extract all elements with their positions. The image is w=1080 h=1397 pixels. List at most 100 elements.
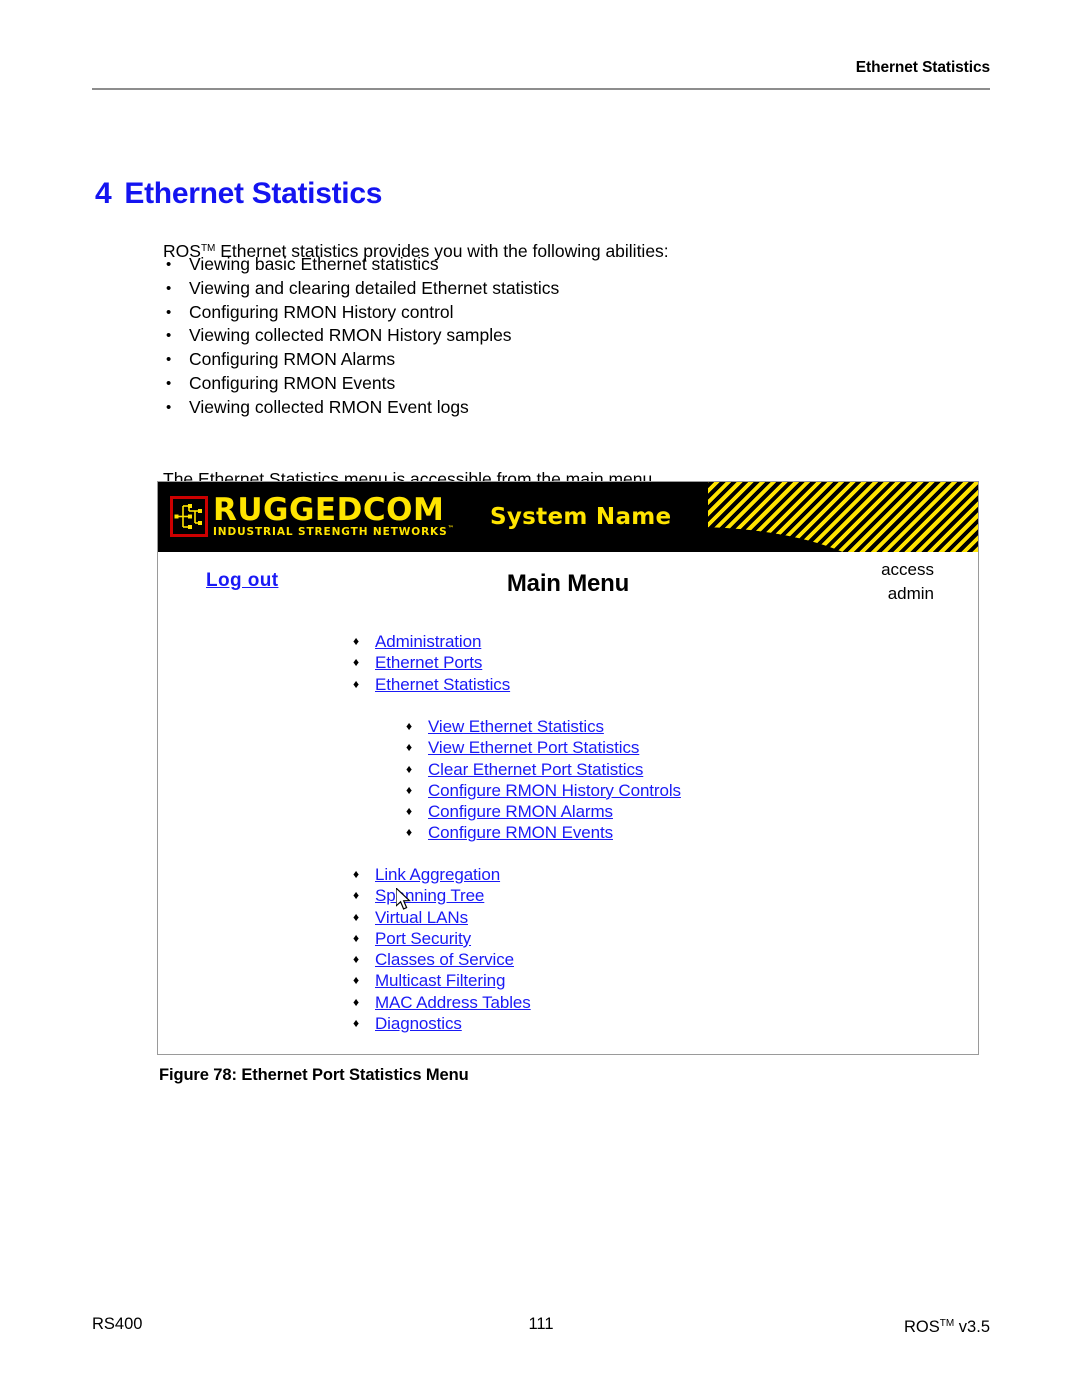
menu-item-ethernet-ports[interactable]: ♦ Ethernet Ports (353, 652, 510, 673)
logo-tagline-tm: ™ (447, 525, 455, 532)
menu-item-port-security[interactable]: ♦ Port Security (353, 928, 531, 949)
menu-link-label[interactable]: Configure RMON Events (428, 823, 613, 842)
main-menu-title: Main Menu (506, 570, 630, 597)
running-header-title: Ethernet Statistics (855, 59, 990, 76)
menu-item-configure-rmon-alarms[interactable]: ♦ Configure RMON Alarms (406, 801, 681, 822)
diamond-bullet-icon: ♦ (353, 676, 360, 691)
menu-link-label[interactable]: Diagnostics (375, 1014, 462, 1033)
list-item-label: Viewing collected RMON History samples (189, 325, 512, 346)
access-info: access admin (881, 558, 934, 606)
diamond-bullet-icon: ♦ (353, 994, 360, 1009)
diamond-bullet-icon: ♦ (353, 1016, 360, 1031)
diamond-bullet-icon: ♦ (353, 930, 360, 945)
app-banner: RUGGEDCOM INDUSTRIAL STRENGTH NETWORKS™ … (158, 482, 978, 552)
ruggedcom-network-tree-icon (170, 496, 208, 537)
menu-link-label[interactable]: MAC Address Tables (375, 993, 531, 1012)
page-footer: RS400 111 ROSTM v3.5 (92, 1313, 990, 1338)
menu-item-mac-address-tables[interactable]: ♦ MAC Address Tables (353, 992, 531, 1013)
menu-link-label[interactable]: Configure RMON Alarms (428, 802, 613, 821)
menu-link-label[interactable]: Ethernet Statistics (375, 675, 510, 694)
footer-version-ros: ROS (904, 1318, 940, 1336)
menu-item-configure-rmon-history-controls[interactable]: ♦ Configure RMON History Controls (406, 780, 681, 801)
menu-link-label[interactable]: View Ethernet Statistics (428, 717, 604, 736)
bullet-icon: • (166, 374, 172, 392)
diamond-bullet-icon: ♦ (406, 761, 413, 776)
ruggedcom-logo: RUGGEDCOM INDUSTRIAL STRENGTH NETWORKS™ (170, 492, 454, 538)
figure-caption: Figure 78: Ethernet Port Statistics Menu (159, 1066, 469, 1084)
menu-item-configure-rmon-events[interactable]: ♦ Configure RMON Events (406, 822, 681, 843)
footer-version: ROSTM v3.5 (904, 1313, 990, 1338)
list-item: • Configuring RMON History control (163, 301, 559, 325)
menu-group-top: ♦ Administration ♦ Ethernet Ports ♦ Etherne… (353, 631, 510, 695)
diamond-bullet-icon: ♦ (353, 973, 360, 988)
bullet-icon: • (166, 327, 172, 345)
bullet-icon: • (166, 351, 172, 369)
menu-item-administration[interactable]: ♦ Administration (353, 631, 510, 652)
diamond-bullet-icon: ♦ (406, 825, 413, 840)
header-divider (92, 88, 990, 90)
diamond-bullet-icon: ♦ (353, 867, 360, 881)
list-item: • Viewing and clearing detailed Ethernet … (163, 277, 559, 301)
access-username: admin (887, 584, 934, 603)
menu-item-virtual-lans[interactable]: ♦ Virtual LANs (353, 907, 531, 928)
bullet-icon: • (166, 279, 172, 297)
ruggedcom-wordmark: RUGGEDCOM INDUSTRIAL STRENGTH NETWORKS™ (213, 492, 454, 538)
menu-link-label[interactable]: Port Security (375, 929, 471, 948)
figure-screenshot: RUGGEDCOM INDUSTRIAL STRENGTH NETWORKS™ … (157, 481, 979, 1055)
list-item: • Configuring RMON Events (163, 372, 559, 396)
chapter-title-text: Ethernet Statistics (124, 177, 383, 211)
diamond-bullet-icon: ♦ (353, 888, 360, 903)
list-item-label: Viewing collected RMON Event logs (189, 396, 469, 417)
logo-tagline-text: INDUSTRIAL STRENGTH NETWORKS (213, 526, 448, 538)
menu-link-label[interactable]: Ethernet Ports (375, 653, 482, 672)
menu-item-spanning-tree[interactable]: ♦ Spanning Tree (353, 885, 531, 906)
menu-item-view-ethernet-port-statistics[interactable]: ♦ View Ethernet Port Statistics (406, 737, 681, 758)
list-item-label: Configuring RMON History control (189, 301, 454, 322)
system-name-label: System Name (490, 504, 672, 530)
bullet-icon: • (166, 303, 172, 321)
list-item-label: Viewing basic Ethernet statistics (189, 254, 439, 274)
menu-link-label[interactable]: View Ethernet Port Statistics (428, 738, 639, 757)
menu-item-clear-ethernet-port-statistics[interactable]: ♦ Clear Ethernet Port Statistics (406, 759, 681, 780)
list-item-label: Configuring RMON Alarms (189, 349, 396, 370)
menu-link-label[interactable]: Spanning Tree (375, 886, 484, 905)
yellow-black-hazard-stripes-icon (708, 482, 978, 552)
menu-link-label[interactable]: Virtual LANs (375, 908, 468, 927)
access-label: access (881, 560, 934, 579)
diamond-bullet-icon: ♦ (353, 952, 360, 967)
menu-link-label[interactable]: Configure RMON History Controls (428, 781, 681, 800)
menu-link-label[interactable]: Classes of Service (375, 950, 514, 969)
list-item: • Configuring RMON Alarms (163, 348, 559, 372)
list-item: • Viewing basic Ethernet statistics (163, 253, 559, 277)
menu-item-link-aggregation[interactable]: ♦ Link Aggregation (353, 864, 531, 885)
diamond-bullet-icon: ♦ (406, 782, 413, 797)
logo-word: RUGGEDCOM (213, 492, 445, 528)
trademark-symbol: TM (200, 242, 216, 254)
menu-link-label[interactable]: Administration (375, 632, 481, 651)
menu-link-label[interactable]: Link Aggregation (375, 865, 500, 884)
diamond-bullet-icon: ♦ (406, 719, 413, 733)
list-item: • Viewing collected RMON History samples (163, 324, 559, 348)
bullet-icon: • (166, 256, 172, 273)
diamond-bullet-icon: ♦ (406, 740, 413, 755)
footer-version-number: v3.5 (954, 1318, 990, 1336)
menu-item-view-ethernet-statistics[interactable]: ♦ View Ethernet Statistics (406, 716, 681, 737)
list-item: • Viewing collected RMON Event logs (163, 396, 559, 420)
menu-group-bottom: ♦ Link Aggregation ♦ Spanning Tree ♦ Virtua… (353, 864, 531, 1034)
menu-item-ethernet-statistics[interactable]: ♦ Ethernet Statistics (353, 674, 510, 695)
chapter-number: 4 (95, 177, 112, 211)
menu-link-label[interactable]: Clear Ethernet Port Statistics (428, 760, 643, 779)
footer-page-number: 111 (528, 1315, 554, 1333)
list-item-label: Viewing and clearing detailed Ethernet s… (189, 277, 560, 298)
list-item-label: Configuring RMON Events (189, 372, 396, 393)
logo-tagline: INDUSTRIAL STRENGTH NETWORKS™ (213, 526, 454, 538)
abilities-list: • Viewing basic Ethernet statistics • View… (163, 253, 559, 420)
menu-link-label[interactable]: Multicast Filtering (375, 971, 505, 990)
trademark-symbol: TM (939, 1318, 955, 1329)
menu-item-diagnostics[interactable]: ♦ Diagnostics (353, 1013, 531, 1034)
menu-item-multicast-filtering[interactable]: ♦ Multicast Filtering (353, 970, 531, 991)
diamond-bullet-icon: ♦ (353, 909, 360, 924)
menu-item-classes-of-service[interactable]: ♦ Classes of Service (353, 949, 531, 970)
bullet-icon: • (166, 398, 172, 416)
page-title: 4 Ethernet Statistics (95, 177, 382, 211)
